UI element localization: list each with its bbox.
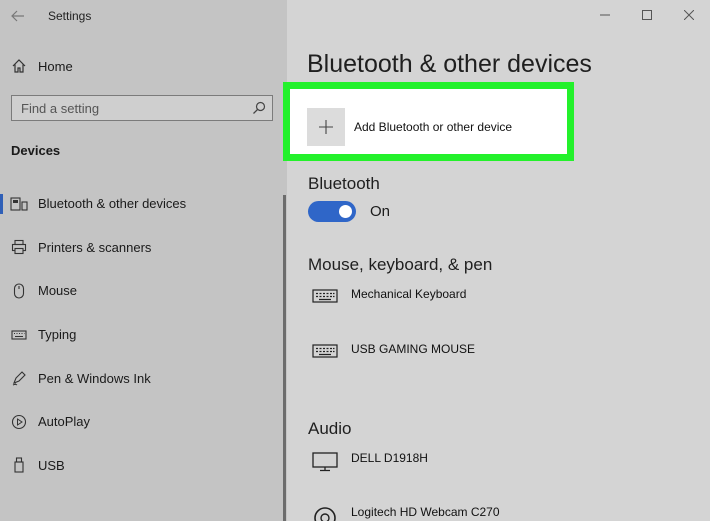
monitor-icon [310, 451, 340, 472]
sidebar-item-typing[interactable]: Typing [0, 313, 287, 357]
home-label: Home [38, 58, 73, 74]
bluetooth-state-label: On [370, 203, 391, 220]
audio-heading: Audio [308, 419, 352, 438]
window-controls [584, 0, 710, 30]
sidebar-item-autoplay[interactable]: AutoPlay [0, 400, 287, 444]
app-title: Settings [48, 9, 92, 23]
mouse-icon [0, 283, 38, 299]
sidebar-scrollbar[interactable] [283, 195, 286, 521]
printer-icon [0, 239, 38, 255]
device-name: DELL D1918H [351, 451, 428, 465]
search-input[interactable] [12, 100, 246, 116]
bluetooth-toggle[interactable] [308, 201, 356, 222]
device-name: Logitech HD Webcam C270 [351, 505, 500, 519]
close-icon [684, 10, 694, 20]
add-device-label: Add Bluetooth or other device [354, 120, 513, 134]
devices-section-title: Devices [11, 143, 61, 158]
sidebar-item-label: Mouse [38, 283, 78, 299]
sidebar-item-pen[interactable]: Pen & Windows Ink [0, 356, 287, 400]
sidebar-item-label: USB [38, 457, 65, 473]
maximize-button[interactable] [626, 0, 668, 30]
minimize-button[interactable] [584, 0, 626, 30]
search-box[interactable] [11, 95, 273, 121]
search-icon[interactable] [246, 101, 272, 115]
home-icon [0, 58, 38, 74]
device-item[interactable]: USB GAMING MOUSE [310, 342, 475, 359]
add-device-button[interactable]: Add Bluetooth or other device [307, 107, 567, 147]
toggle-knob [339, 205, 352, 218]
close-button[interactable] [668, 0, 710, 30]
bluetooth-devices-icon [0, 197, 38, 211]
device-name: USB GAMING MOUSE [351, 342, 476, 356]
main-panel: Bluetooth & other devices Add Bluetooth … [283, 0, 710, 521]
sidebar: Settings Home Devices [0, 0, 287, 521]
title-bar: Settings [0, 0, 287, 32]
sidebar-item-printers[interactable]: Printers & scanners [0, 226, 287, 270]
sidebar-item-label: Printers & scanners [38, 239, 152, 255]
bluetooth-heading: Bluetooth [308, 174, 380, 193]
sidebar-item-mouse[interactable]: Mouse [0, 269, 287, 313]
bluetooth-toggle-row: On [308, 201, 390, 222]
sidebar-item-bluetooth[interactable]: Bluetooth & other devices [0, 182, 287, 226]
plus-icon [307, 108, 345, 146]
sidebar-item-usb[interactable]: USB [0, 444, 287, 488]
sidebar-nav: Bluetooth & other devices Printers & sca… [0, 182, 287, 487]
page-title: Bluetooth & other devices [307, 50, 592, 78]
device-item[interactable]: DELL D1918H [310, 451, 428, 472]
back-button[interactable] [0, 0, 36, 32]
device-name: Mechanical Keyboard [351, 287, 467, 301]
usb-icon [0, 457, 38, 473]
keyboard-icon [0, 329, 38, 341]
arrow-left-icon [11, 10, 24, 22]
home-nav-item[interactable]: Home [0, 50, 287, 82]
keyboard-icon [310, 342, 340, 359]
maximize-icon [642, 10, 652, 20]
sidebar-item-label: AutoPlay [38, 414, 91, 430]
mouse-keyboard-pen-heading: Mouse, keyboard, & pen [308, 255, 493, 274]
device-item[interactable]: Mechanical Keyboard [310, 287, 466, 304]
minimize-icon [600, 14, 610, 16]
device-item[interactable]: Logitech HD Webcam C270 [310, 505, 500, 521]
sidebar-item-label: Pen & Windows Ink [38, 370, 151, 386]
sidebar-item-label: Typing [38, 327, 77, 343]
keyboard-icon [310, 287, 340, 304]
pen-icon [0, 370, 38, 386]
webcam-icon [310, 505, 340, 521]
autoplay-icon [0, 414, 38, 430]
sidebar-item-label: Bluetooth & other devices [38, 196, 187, 212]
